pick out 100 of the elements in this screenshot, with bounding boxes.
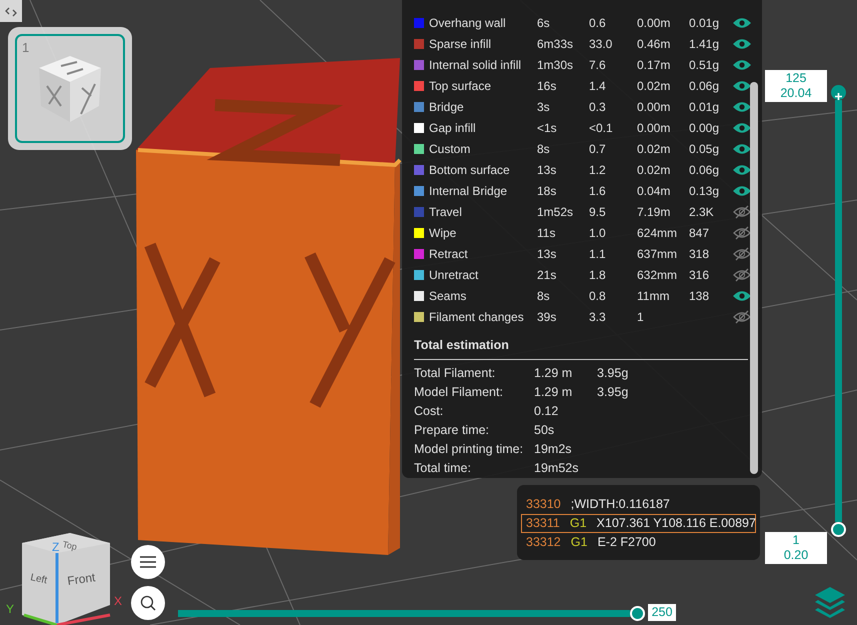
length-value: 0.00m bbox=[637, 98, 672, 116]
eye-slash-icon[interactable] bbox=[733, 268, 751, 282]
eye-icon[interactable] bbox=[733, 162, 751, 176]
feature-name: Unretract bbox=[429, 266, 480, 284]
menu-icon bbox=[139, 555, 157, 569]
time-value: 13s bbox=[537, 246, 558, 262]
length-value: 637mm bbox=[637, 246, 678, 262]
section-title: Total estimation bbox=[414, 336, 748, 360]
slider-handle[interactable] bbox=[630, 606, 645, 621]
percent-value: 0.3 bbox=[589, 98, 607, 116]
weight-value: 0.05g bbox=[689, 140, 720, 158]
gcode-text: ;WIDTH:0.116187 bbox=[570, 496, 670, 514]
feature-name: Top surface bbox=[429, 78, 492, 94]
percent-value: 9.5 bbox=[589, 204, 607, 220]
slider-handle[interactable] bbox=[831, 522, 846, 537]
weight-value: 318 bbox=[689, 246, 710, 262]
menu-button[interactable] bbox=[131, 545, 165, 579]
weight-value: 847 bbox=[689, 224, 710, 242]
eye-icon[interactable] bbox=[733, 58, 751, 72]
eye-icon[interactable] bbox=[733, 36, 751, 50]
percent-value: 1.1 bbox=[589, 246, 607, 262]
move-label: 250 bbox=[648, 604, 676, 621]
feature-name: Bottom surface bbox=[429, 162, 511, 178]
percent-value: 0.7 bbox=[589, 140, 607, 158]
time-value: 1m30s bbox=[537, 56, 574, 74]
view-cube-drawing[interactable] bbox=[22, 533, 110, 625]
plate-thumbnail[interactable]: 1 bbox=[8, 27, 132, 150]
weight-value: 316 bbox=[689, 266, 710, 284]
layer-height: 0.20 bbox=[782, 548, 810, 563]
search-button[interactable] bbox=[131, 586, 165, 620]
weight-value: 0.51g bbox=[689, 56, 720, 74]
eye-slash-icon[interactable] bbox=[733, 246, 751, 260]
length-value: 7.19m bbox=[637, 204, 672, 220]
eye-icon[interactable] bbox=[733, 184, 751, 198]
percent-value: 1.4 bbox=[589, 78, 607, 94]
eye-slash-icon[interactable] bbox=[733, 226, 751, 240]
plate-number: 1 bbox=[22, 39, 30, 57]
time-value: 11s bbox=[537, 224, 556, 242]
weight-value: 0.13g bbox=[689, 182, 720, 200]
estimate-value: 0.12 bbox=[534, 402, 560, 420]
face-label: Left bbox=[29, 572, 48, 586]
time-value: 13s bbox=[537, 162, 558, 178]
eye-icon[interactable] bbox=[733, 100, 751, 114]
feature-name: Sparse infill bbox=[429, 36, 492, 52]
estimate-value: 3.95g bbox=[597, 364, 630, 382]
percent-value: 3.3 bbox=[589, 308, 607, 326]
feature-name: Custom bbox=[429, 140, 472, 158]
length-value: 0.02m bbox=[637, 78, 672, 94]
line-number: 33312 bbox=[526, 534, 561, 552]
feature-name: Overhang wall bbox=[429, 14, 507, 32]
time-value: 3s bbox=[537, 98, 551, 116]
length-value: 0.02m bbox=[637, 162, 672, 178]
layer-number: 1 bbox=[792, 533, 800, 548]
estimate-value: 19m52s bbox=[534, 460, 580, 477]
face-label: Top bbox=[62, 539, 78, 552]
eye-slash-icon[interactable] bbox=[733, 310, 751, 324]
gcode-command: G1 bbox=[570, 515, 587, 532]
estimate-value: 50s bbox=[534, 422, 556, 439]
layer-height: 20.04 bbox=[779, 86, 813, 101]
feature-name: Internal solid infill bbox=[429, 56, 522, 74]
percent-value: 1.8 bbox=[589, 266, 607, 284]
feature-name: Internal Bridge bbox=[429, 182, 508, 200]
eye-icon[interactable] bbox=[733, 78, 751, 92]
eye-icon[interactable] bbox=[733, 288, 751, 302]
weight-value: 0.01g bbox=[689, 98, 720, 116]
face-label: Front bbox=[66, 570, 96, 588]
layers-icon[interactable] bbox=[813, 585, 847, 621]
percent-value: 1.6 bbox=[589, 182, 607, 200]
time-value: 16s bbox=[537, 78, 558, 94]
length-value: 0.04m bbox=[637, 182, 672, 200]
eye-slash-icon[interactable] bbox=[733, 204, 751, 218]
feature-name: Seams bbox=[429, 288, 468, 304]
eye-icon[interactable] bbox=[733, 16, 751, 30]
length-value: 624mm bbox=[637, 224, 678, 242]
time-value: 8s bbox=[537, 140, 551, 158]
time-value: <1s bbox=[537, 120, 558, 136]
feature-name: Bridge bbox=[429, 98, 465, 116]
time-value: 6m33s bbox=[537, 36, 574, 52]
layer-slider-fill[interactable] bbox=[835, 100, 842, 522]
move-slider-fill[interactable] bbox=[178, 610, 630, 617]
panel-toggle-icon[interactable] bbox=[0, 0, 22, 22]
weight-value: 0.06g bbox=[689, 162, 720, 178]
estimate-label: Cost: bbox=[414, 402, 444, 420]
weight-value: 0.00g bbox=[689, 120, 720, 136]
weight-value: 0.01g bbox=[689, 14, 720, 32]
eye-icon[interactable] bbox=[733, 120, 751, 134]
slider-handle-plus-icon[interactable] bbox=[831, 85, 846, 100]
time-value: 8s bbox=[537, 288, 551, 304]
scrollbar[interactable] bbox=[750, 82, 758, 474]
estimate-value: 1.29 m bbox=[534, 364, 574, 382]
axis-label: Y bbox=[6, 602, 14, 616]
weight-value: 1.41g bbox=[689, 36, 720, 52]
search-icon bbox=[139, 594, 157, 612]
length-value: 0.00m bbox=[637, 14, 672, 32]
time-value: 18s bbox=[537, 182, 558, 200]
feature-name: Travel bbox=[429, 204, 463, 220]
layer-number: 125 bbox=[784, 71, 808, 86]
eye-icon[interactable] bbox=[733, 142, 751, 156]
time-value: 21s bbox=[537, 266, 558, 284]
length-value: 1 bbox=[637, 308, 645, 326]
